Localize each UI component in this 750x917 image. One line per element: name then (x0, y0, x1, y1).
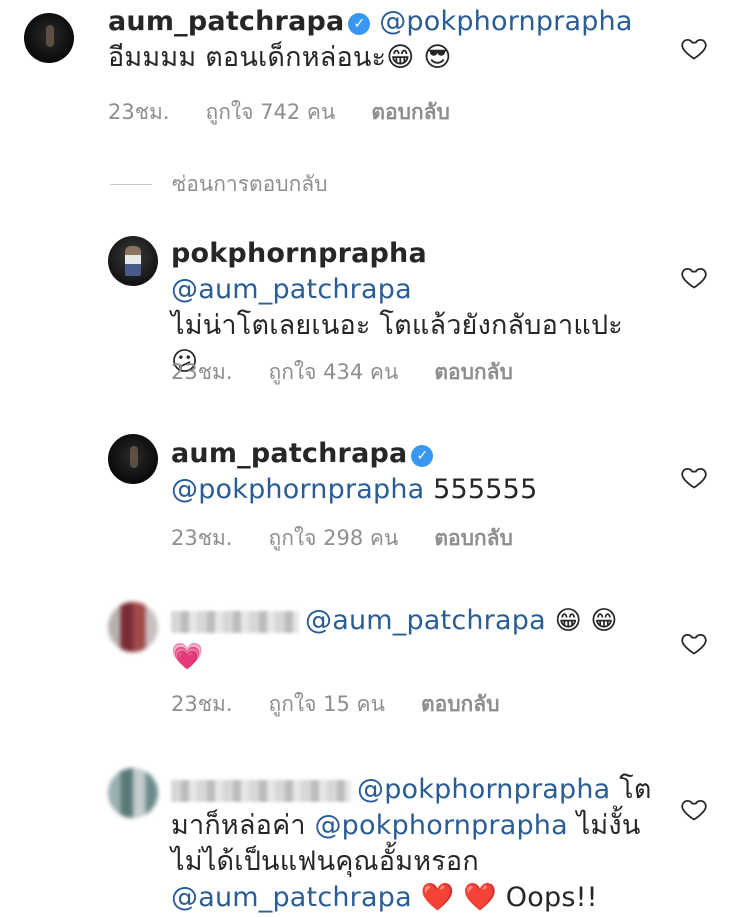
blurred-username[interactable] (171, 779, 351, 802)
comment-text: ไม่ได้เป็นแฟนคุณอั้มหรอก (171, 846, 479, 877)
mention-link[interactable]: @pokphornprapha (379, 6, 632, 37)
timestamp: 23ชม. (171, 526, 233, 550)
divider-line (110, 184, 152, 185)
comment-text: ❤️ ❤️ Oops!! (411, 882, 598, 913)
comment-meta: 23ชม. ถูกใจ 434 คน ตอบกลับ (171, 356, 549, 389)
reply-button[interactable]: ตอบกลับ (371, 100, 450, 124)
comment-body: aum_patchrapa ✓ @pokphornprapha 555555 (171, 436, 671, 508)
mention-link[interactable]: @pokphornprapha (357, 774, 610, 805)
timestamp: 23ชม. (171, 360, 233, 384)
comment-body: @pokphornprapha โต มาก็หล่อค่า @pokphorn… (171, 772, 671, 916)
timestamp: 23ชม. (108, 100, 170, 124)
comment-meta: 23ชม. ถูกใจ 15 คน ตอบกลับ (171, 688, 535, 721)
avatar[interactable] (108, 236, 158, 286)
comment-text: มาก็หล่อค่า (171, 810, 315, 841)
avatar[interactable] (108, 768, 158, 818)
reply-button[interactable]: ตอบกลับ (421, 692, 500, 716)
comment-text: อีมมมม ตอนเด็กหล่อนะ😁 😎 (108, 42, 452, 73)
timestamp: 23ชม. (171, 692, 233, 716)
avatar[interactable] (24, 13, 74, 63)
username[interactable]: aum_patchrapa (108, 6, 344, 37)
heart-emoji: 💗 (171, 642, 204, 672)
comment-meta: 23ชม. ถูกใจ 742 คน ตอบกลับ (108, 96, 486, 129)
grin-emoji: 😁 😁 (554, 606, 618, 636)
like-count[interactable]: ถูกใจ 742 คน (206, 100, 336, 124)
mention-link[interactable]: @aum_patchrapa (171, 882, 412, 913)
comment-body: @aum_patchrapa 😁 😁 💗 (171, 603, 671, 675)
username[interactable]: pokphornprapha (171, 238, 427, 269)
comment-text: ไม่งั้น (567, 810, 641, 841)
mention-link[interactable]: @pokphornprapha (314, 810, 567, 841)
mention-link[interactable]: @aum_patchrapa (305, 605, 546, 636)
hide-replies-label: ซ่อนการตอบกลับ (172, 172, 328, 196)
comment-body: aum_patchrapa ✓ @pokphornprapha อีมมมม ตอ… (108, 4, 678, 76)
like-count[interactable]: ถูกใจ 298 คน (269, 526, 399, 550)
heart-icon[interactable] (680, 629, 708, 657)
mention-link[interactable]: @pokphornprapha (171, 474, 424, 505)
like-count[interactable]: ถูกใจ 434 คน (269, 360, 399, 384)
reply-button[interactable]: ตอบกลับ (434, 360, 513, 384)
heart-icon[interactable] (680, 795, 708, 823)
comment-text: ไม่น่าโตเลยเนอะ โตแล้วยังกลับอาแปะ (171, 310, 624, 341)
like-count[interactable]: ถูกใจ 15 คน (269, 692, 385, 716)
comment-meta: 23ชม. ถูกใจ 298 คน ตอบกลับ (171, 522, 549, 555)
verified-badge-icon: ✓ (411, 445, 434, 467)
avatar[interactable] (108, 602, 158, 652)
reply-button[interactable]: ตอบกลับ (434, 526, 513, 550)
blurred-username[interactable] (171, 610, 299, 633)
hide-replies-button[interactable]: ซ่อนการตอบกลับ (110, 168, 328, 201)
mention-link[interactable]: @aum_patchrapa (171, 274, 412, 305)
heart-icon[interactable] (680, 263, 708, 291)
avatar[interactable] (108, 434, 158, 484)
username[interactable]: aum_patchrapa (171, 438, 407, 469)
verified-badge-icon: ✓ (348, 13, 371, 35)
comment-text: 555555 (424, 474, 538, 505)
comment-text: โต (610, 774, 652, 805)
heart-icon[interactable] (680, 34, 708, 62)
heart-icon[interactable] (680, 463, 708, 491)
